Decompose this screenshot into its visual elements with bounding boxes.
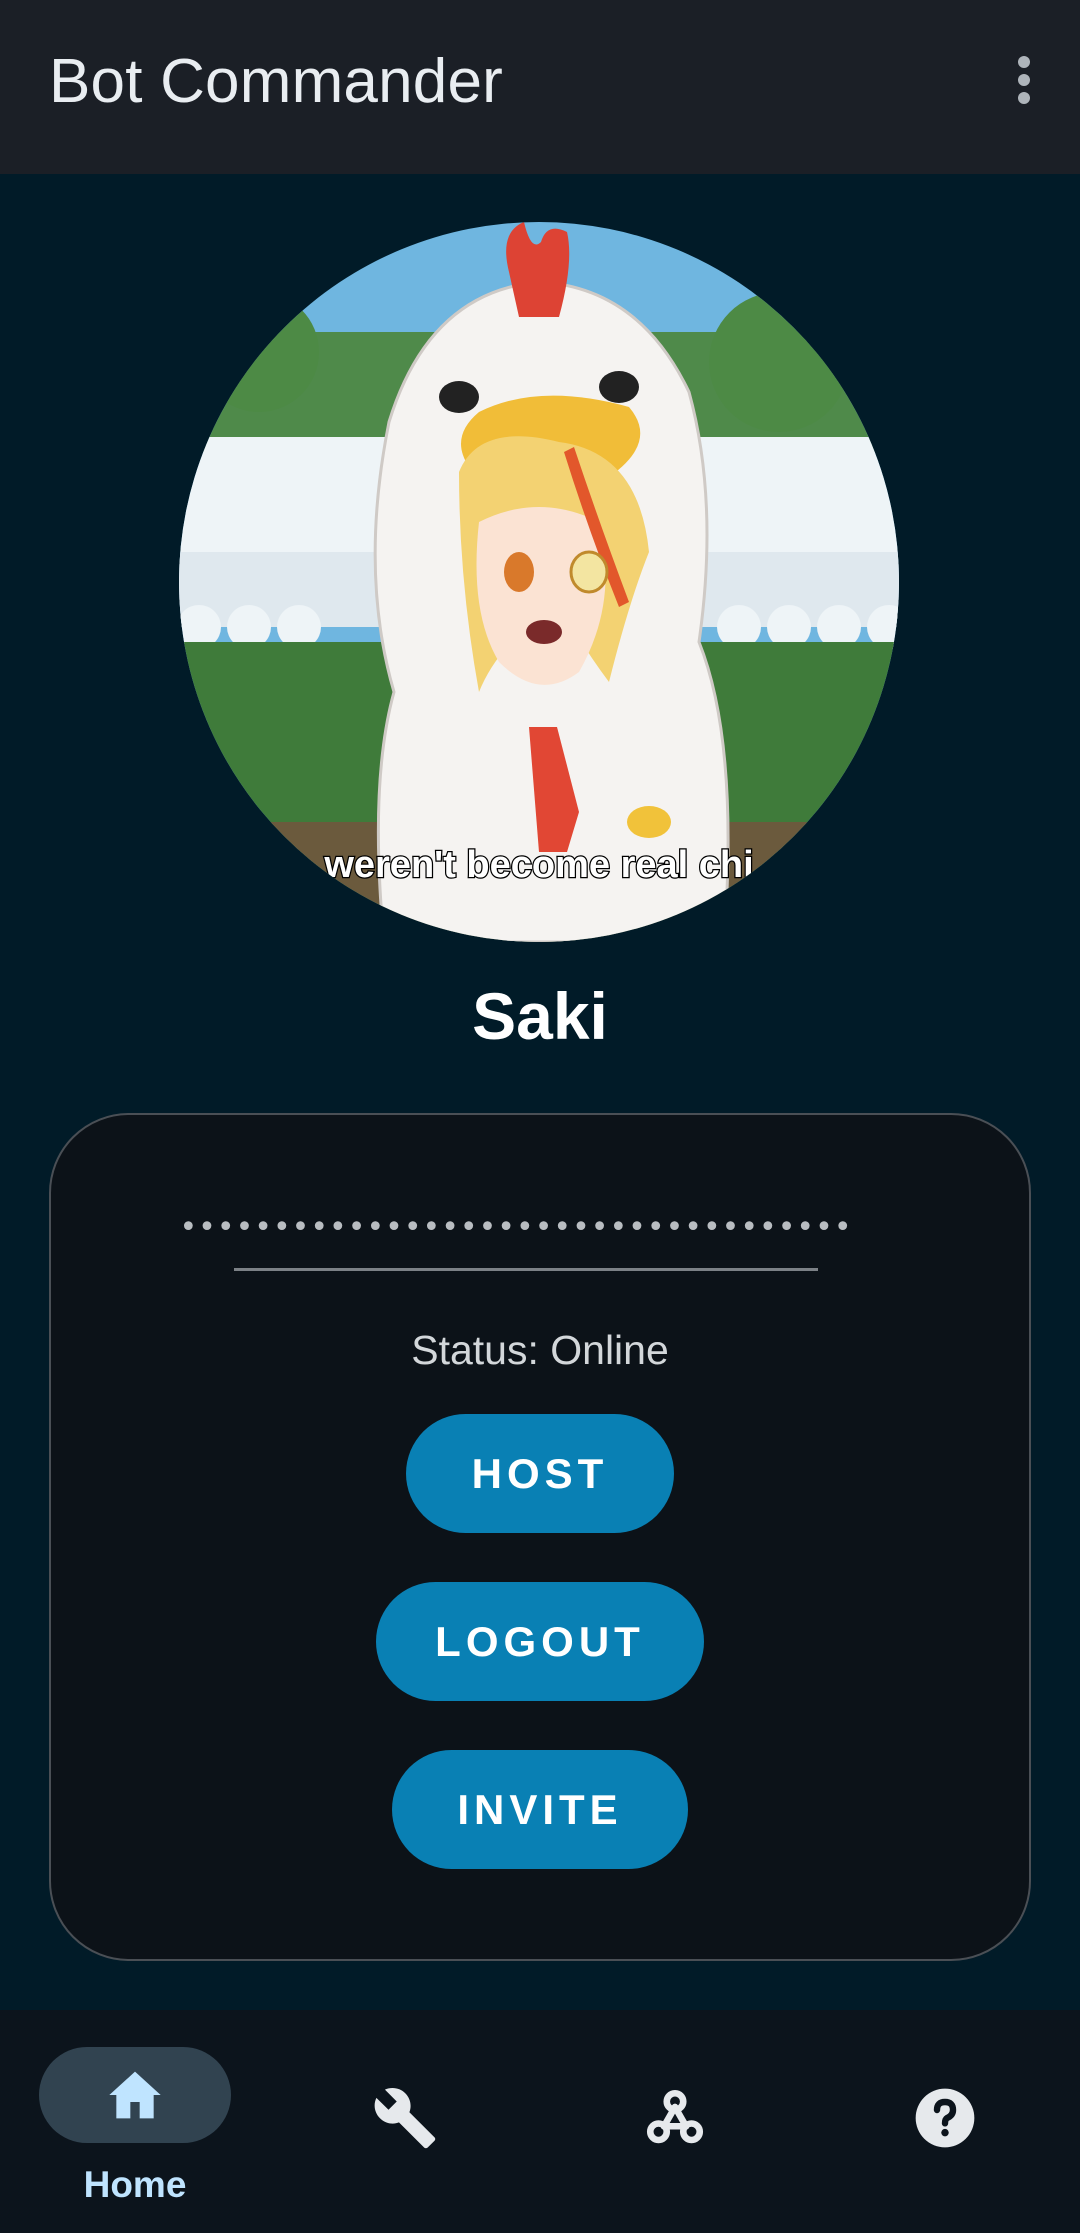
app-root: Bot Commander weren't become real chi Sa…: [0, 0, 1080, 2233]
menu-dot: [1018, 56, 1030, 68]
help-icon: [915, 2088, 975, 2148]
bottom-navigation: Home: [0, 2010, 1080, 2233]
invite-button[interactable]: INVITE: [392, 1750, 688, 1869]
logout-button[interactable]: LOGOUT: [376, 1582, 704, 1701]
webhook-icon: [646, 2089, 704, 2144]
nav-item-home[interactable]: Home: [0, 2010, 270, 2233]
home-icon: [109, 2071, 161, 2119]
more-vert-icon[interactable]: [1002, 50, 1046, 110]
bot-avatar: weren't become real chi: [179, 222, 899, 942]
token-masked-value: ••••••••••••••••••••••••••••••••••••: [179, 1210, 853, 1245]
top-app-bar: Bot Commander: [0, 0, 1080, 174]
token-input[interactable]: ••••••••••••••••••••••••••••••••••••: [179, 1195, 852, 1271]
wrench-icon: [374, 2088, 436, 2149]
nav-help-pill: [849, 2070, 1041, 2166]
menu-dot: [1018, 92, 1030, 104]
nav-item-help[interactable]: [810, 2010, 1080, 2233]
avatar-subtitle: weren't become real chi: [323, 844, 753, 886]
nav-home-label: Home: [83, 2164, 187, 2205]
menu-dot: [1018, 74, 1030, 86]
avatar-illustration: weren't become real chi: [179, 222, 899, 942]
status-text: Status: Online: [411, 1327, 669, 1373]
nav-home-pill: [39, 2047, 231, 2143]
host-button[interactable]: HOST: [406, 1414, 674, 1533]
nav-tools-pill: [309, 2070, 501, 2166]
nav-webhooks-pill: [579, 2070, 771, 2166]
bot-name: Saki: [472, 979, 608, 1053]
nav-item-tools[interactable]: [270, 2010, 540, 2233]
nav-item-webhooks[interactable]: [540, 2010, 810, 2233]
app-title: Bot Commander: [49, 47, 504, 116]
token-input-underline: [234, 1268, 818, 1271]
